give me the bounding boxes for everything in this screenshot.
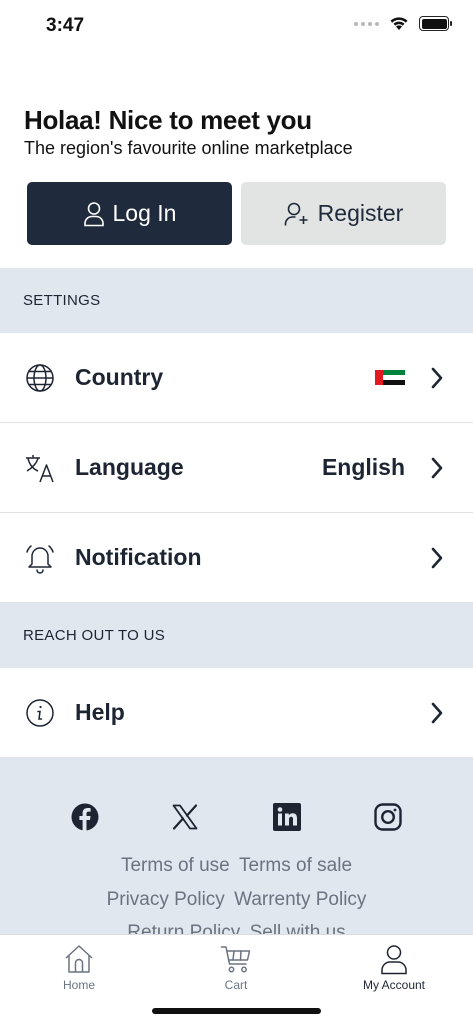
uae-flag-icon <box>375 370 405 385</box>
tab-home[interactable]: Home <box>24 943 134 992</box>
facebook-icon[interactable] <box>70 802 100 832</box>
settings-row-language[interactable]: Language English <box>0 423 473 513</box>
reach-out-section-header: REACH OUT TO US <box>0 603 473 668</box>
auth-buttons: Log In Register <box>27 182 446 245</box>
return-policy-link[interactable]: Return Policy <box>127 922 240 934</box>
sell-with-us-link[interactable]: Sell with us <box>250 922 346 934</box>
globe-icon <box>26 363 54 392</box>
footer-links-row-2: Privacy Policy Warrenty Policy <box>0 889 473 911</box>
battery-icon <box>419 16 452 31</box>
home-indicator <box>152 1008 321 1014</box>
register-button-label: Register <box>317 200 404 226</box>
greeting-title: Holaa! Nice to meet you <box>24 105 312 135</box>
status-time: 3:47 <box>46 15 85 36</box>
status-icons <box>354 16 452 31</box>
home-icon <box>65 945 93 973</box>
reach-out-row-help[interactable]: Help <box>0 668 473 758</box>
tab-home-label: Home <box>62 978 95 992</box>
register-button[interactable]: Register <box>241 182 446 245</box>
footer: Terms of use Terms of sale Privacy Polic… <box>0 758 473 934</box>
greeting-subtitle: The region's favourite online marketplac… <box>24 138 353 158</box>
linkedin-icon[interactable] <box>272 802 302 832</box>
settings-section-header: SETTINGS <box>0 268 473 333</box>
country-label: Country <box>75 364 164 390</box>
settings-row-country[interactable]: Country <box>0 333 473 423</box>
wifi-icon <box>390 17 408 30</box>
account-icon <box>381 945 407 975</box>
login-button-label: Log In <box>112 200 177 226</box>
terms-of-sale-link[interactable]: Terms of sale <box>239 855 352 876</box>
footer-links-row-3: Return Policy Sell with us <box>0 922 473 934</box>
greeting: Holaa! Nice to meet you The region's fav… <box>24 105 353 159</box>
warrenty-policy-link[interactable]: Warrenty Policy <box>234 889 366 910</box>
privacy-policy-link[interactable]: Privacy Policy <box>107 889 225 910</box>
signal-icon <box>354 21 379 26</box>
chevron-right-icon <box>431 547 443 568</box>
x-icon[interactable] <box>170 802 200 832</box>
login-button[interactable]: Log In <box>27 182 232 245</box>
cart-icon <box>220 946 251 973</box>
info-icon <box>26 698 54 727</box>
language-value: English <box>321 454 405 480</box>
chevron-right-icon <box>431 702 443 723</box>
terms-of-use-link[interactable]: Terms of use <box>121 855 230 876</box>
social-links <box>0 802 473 834</box>
translate-icon <box>26 454 54 482</box>
notification-label: Notification <box>75 544 202 570</box>
chevron-right-icon <box>431 457 443 478</box>
language-label: Language <box>75 454 184 480</box>
chevron-right-icon <box>431 367 443 388</box>
add-user-icon <box>284 202 308 225</box>
user-icon <box>83 201 104 226</box>
footer-links-row-1: Terms of use Terms of sale <box>0 855 473 877</box>
bell-icon <box>26 544 54 574</box>
tab-my-account[interactable]: My Account <box>339 943 449 992</box>
help-label: Help <box>75 699 125 725</box>
tab-my-account-label: My Account <box>362 978 426 992</box>
instagram-icon[interactable] <box>373 802 403 832</box>
settings-row-notification[interactable]: Notification <box>0 513 473 603</box>
tab-cart-label: Cart <box>224 978 248 992</box>
tab-cart[interactable]: Cart <box>181 943 291 992</box>
status-bar: 3:47 <box>0 0 473 52</box>
